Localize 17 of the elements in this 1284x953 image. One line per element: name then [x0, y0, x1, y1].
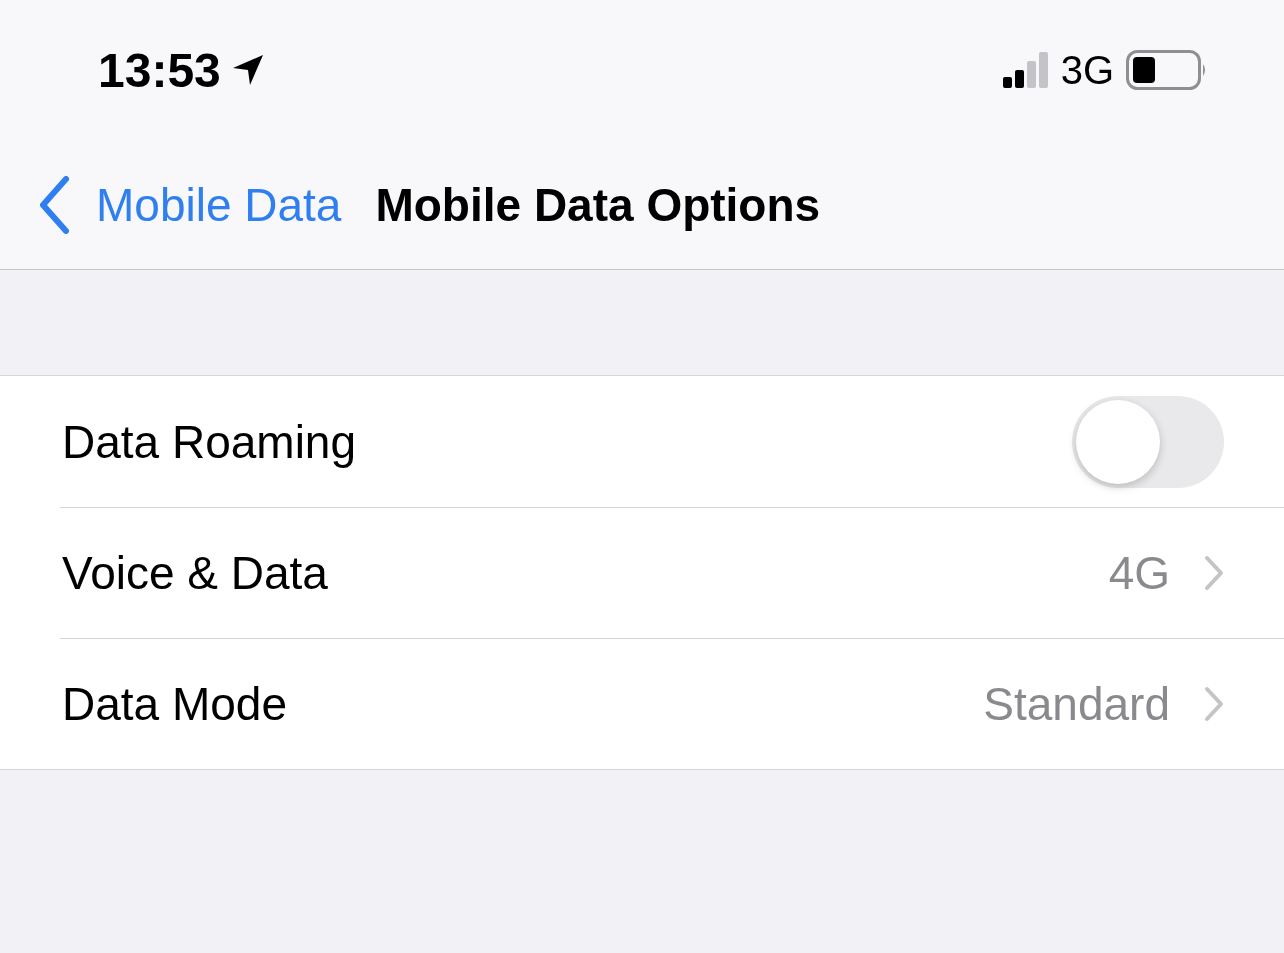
- row-label: Data Mode: [62, 677, 287, 731]
- row-value: Standard: [983, 677, 1170, 731]
- row-label: Data Roaming: [62, 414, 357, 469]
- back-button[interactable]: Mobile Data: [38, 176, 342, 234]
- row-label: Voice & Data: [62, 546, 328, 600]
- page-title: Mobile Data Options: [375, 178, 821, 232]
- network-type: 3G: [1060, 47, 1114, 93]
- settings-row[interactable]: Voice & Data 4G: [60, 507, 1284, 638]
- row-value: 4G: [1108, 546, 1170, 600]
- chevron-right-icon: [1204, 686, 1224, 722]
- chevron-right-icon: [1204, 555, 1224, 591]
- settings-row[interactable]: Data Roaming: [0, 376, 1284, 507]
- status-time: 13:53: [98, 42, 221, 98]
- battery-icon: [1126, 50, 1208, 90]
- back-chevron-icon: [38, 176, 70, 234]
- signal-icon: [1002, 51, 1049, 89]
- settings-row[interactable]: Data Mode Standard: [60, 638, 1284, 769]
